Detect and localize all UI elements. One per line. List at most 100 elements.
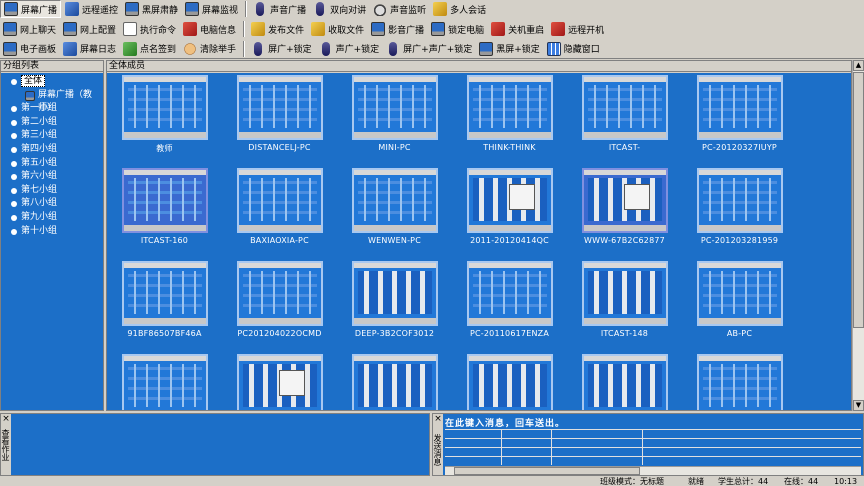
- member-tile[interactable]: DISTANCELJ-PC: [232, 75, 327, 152]
- group-item[interactable]: 第九小组: [1, 211, 103, 225]
- voice-lock-button[interactable]: 声广+锁定: [316, 40, 383, 58]
- members-vertical-scrollbar[interactable]: ▲ ▼: [852, 60, 864, 411]
- member-name: PC201204022OCMD: [237, 329, 322, 338]
- group-item[interactable]: 第七小组: [1, 184, 103, 198]
- lock-pc-icon: [431, 22, 446, 36]
- mic-icon: [321, 41, 330, 56]
- scrollbar-thumb[interactable]: [454, 467, 640, 475]
- collect-file-button[interactable]: 收取文件: [308, 20, 367, 38]
- close-icon[interactable]: ×: [433, 414, 443, 424]
- group-item[interactable]: 第四小组: [1, 143, 103, 157]
- member-tile[interactable]: WWW-67B2C62877: [577, 168, 672, 245]
- clear-hands-button[interactable]: 清除举手: [180, 40, 239, 58]
- member-tile[interactable]: ITCAST-: [577, 75, 672, 152]
- hand-icon: [183, 41, 198, 56]
- member-tile[interactable]: [117, 354, 212, 410]
- screen-thumbnail: [236, 168, 323, 233]
- member-name: 教师: [156, 144, 173, 153]
- close-icon[interactable]: ×: [1, 414, 11, 424]
- group-chat-icon: [433, 2, 448, 16]
- member-tile[interactable]: [347, 354, 442, 410]
- shutdown-button[interactable]: 关机重启: [488, 20, 547, 38]
- member-tile[interactable]: MINI-PC: [347, 75, 442, 152]
- message-horizontal-scrollbar[interactable]: [445, 466, 861, 475]
- scrollbar-thumb[interactable]: [853, 72, 864, 328]
- voice-monitor-button[interactable]: 声音监听: [370, 0, 429, 18]
- member-tile[interactable]: [692, 354, 787, 410]
- member-name: ITCAST-148: [600, 329, 649, 338]
- group-item[interactable]: 全体: [1, 75, 103, 89]
- scroll-down-arrow-icon[interactable]: ▼: [853, 400, 864, 411]
- pc-info-button[interactable]: 电脑信息: [180, 20, 239, 38]
- voice-broadcast-button[interactable]: 声音广播: [250, 0, 309, 18]
- video-broadcast-button[interactable]: 影音广播: [368, 20, 427, 38]
- group-item[interactable]: 第五小组: [1, 157, 103, 171]
- member-tile[interactable]: ITCAST-160: [117, 168, 212, 245]
- group-item[interactable]: 第一小组: [1, 102, 103, 116]
- publish-file-button[interactable]: 发布文件: [248, 20, 307, 38]
- radio-dot-icon: [11, 79, 17, 85]
- toolbar-row-3: 电子画板 屏幕日志 点名签到 清除举手 屏广+锁定 声广+锁定 屏广+声广+锁定…: [0, 39, 864, 59]
- radio-dot-icon: [11, 228, 17, 235]
- group-item[interactable]: 第八小组: [1, 197, 103, 211]
- member-name: PC-20110617ENZA: [469, 329, 549, 338]
- member-tile[interactable]: PC201204022OCMD: [232, 261, 327, 338]
- lock-pc-button[interactable]: 锁定电脑: [428, 20, 487, 38]
- member-tile[interactable]: THINK-THINK: [462, 75, 557, 152]
- group-item-label: 全体: [21, 75, 46, 87]
- group-item[interactable]: 第十小组: [1, 225, 103, 239]
- member-tile[interactable]: [232, 354, 327, 410]
- screen-thumbnail: [121, 354, 208, 410]
- black-lock-button[interactable]: 黑屏+锁定: [476, 40, 543, 58]
- black-screen-button[interactable]: 黑屏肃静: [122, 0, 181, 18]
- member-tile[interactable]: BAXIAOXIA-PC: [232, 168, 327, 245]
- screen-lock-button[interactable]: 屏广+锁定: [248, 40, 315, 58]
- group-item[interactable]: 第三小组: [1, 129, 103, 143]
- member-name: DISTANCELJ-PC: [248, 143, 311, 152]
- remote-boot-button[interactable]: 远程开机: [548, 20, 607, 38]
- radio-dot-icon: [11, 119, 17, 126]
- command-button[interactable]: 执行命令: [120, 20, 179, 38]
- member-tile[interactable]: [577, 354, 672, 410]
- member-tile[interactable]: AB-PC: [692, 261, 787, 338]
- message-input[interactable]: [445, 416, 861, 428]
- remote-control-button[interactable]: 远程遥控: [62, 0, 121, 18]
- chat-icon: [3, 22, 17, 36]
- screen-monitor-button[interactable]: 屏幕监视: [182, 0, 241, 18]
- member-tile[interactable]: 教师: [117, 75, 212, 154]
- member-tile[interactable]: ITCAST-148: [577, 261, 672, 338]
- member-tile[interactable]: PC-201203281959: [692, 168, 787, 245]
- config-button[interactable]: 网上配置: [60, 20, 119, 38]
- hide-window-button[interactable]: 隐藏窗口: [544, 40, 603, 58]
- group-item[interactable]: 第二小组: [1, 116, 103, 130]
- toolbar-separator: [243, 40, 246, 57]
- group-chat-button[interactable]: 多人会话: [430, 0, 489, 18]
- screen-broadcast-button[interactable]: 屏幕广播: [0, 0, 62, 18]
- whiteboard-button[interactable]: 电子画板: [0, 40, 59, 58]
- black-screen-icon: [125, 2, 140, 16]
- group-item[interactable]: 第六小组: [1, 170, 103, 184]
- status-bar: 班级模式：无标题 就绪 学生总计：44 在线：44 10:13: [0, 477, 864, 486]
- toolbar-separator: [245, 1, 248, 17]
- member-tile[interactable]: WENWEN-PC: [347, 168, 442, 245]
- group-list-title: 分组列表: [1, 61, 103, 72]
- radio-dot-icon: [11, 160, 17, 167]
- chat-button[interactable]: 网上聊天: [0, 20, 59, 38]
- two-way-talk-button[interactable]: 双向对讲: [310, 0, 369, 18]
- member-tile[interactable]: 2011-20120414QC: [462, 168, 557, 245]
- group-item[interactable]: 屏幕广播（教师）: [1, 89, 103, 113]
- member-tile[interactable]: PC-20120327IUYP: [692, 75, 787, 152]
- screen-thumbnail: [121, 168, 208, 233]
- roll-call-button[interactable]: 点名签到: [120, 40, 179, 58]
- scroll-up-arrow-icon[interactable]: ▲: [853, 60, 864, 71]
- member-tile[interactable]: DEEP-3B2COF3012: [347, 261, 442, 338]
- screen-thumbnail: [696, 354, 783, 410]
- member-tile[interactable]: [462, 354, 557, 410]
- member-tile[interactable]: 91BF86507BF46A: [117, 261, 212, 338]
- screen-voice-lock-button[interactable]: 屏广+声广+锁定: [383, 40, 475, 58]
- screen-thumbnail: [466, 75, 553, 140]
- radio-dot-icon: [11, 214, 17, 221]
- screen-log-button[interactable]: 屏幕日志: [60, 40, 119, 58]
- screen-thumbnail: [696, 75, 783, 140]
- member-tile[interactable]: PC-20110617ENZA: [462, 261, 557, 338]
